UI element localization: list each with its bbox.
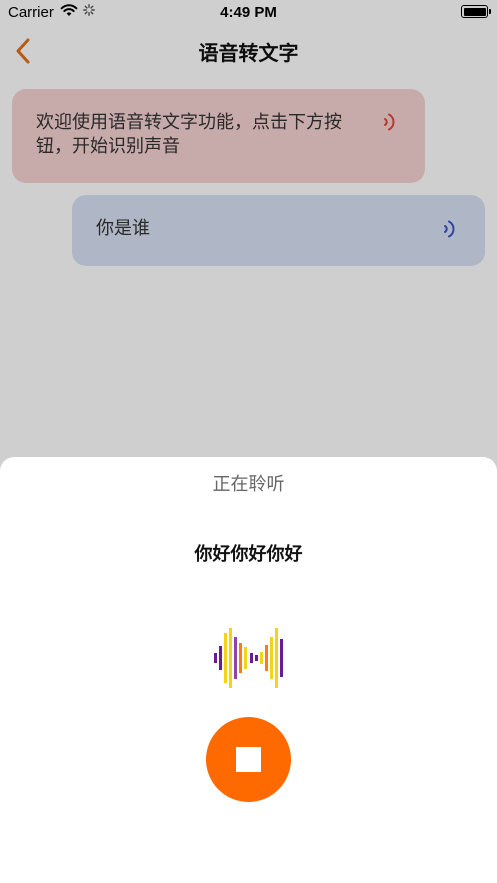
stop-icon xyxy=(236,747,261,772)
recognized-text: 你好你好你好 xyxy=(194,544,303,565)
listening-status: 正在聆听 xyxy=(212,474,285,495)
listening-sheet: 正在聆听 你好你好你好 xyxy=(0,457,497,883)
audio-waveform-icon xyxy=(214,628,283,688)
speech-to-text-screen: Carrier 4:49 PM 语音转文字 欢迎使用语音转文字功能，点击下方按钮… xyxy=(0,0,497,883)
stop-recording-button[interactable] xyxy=(206,717,291,802)
